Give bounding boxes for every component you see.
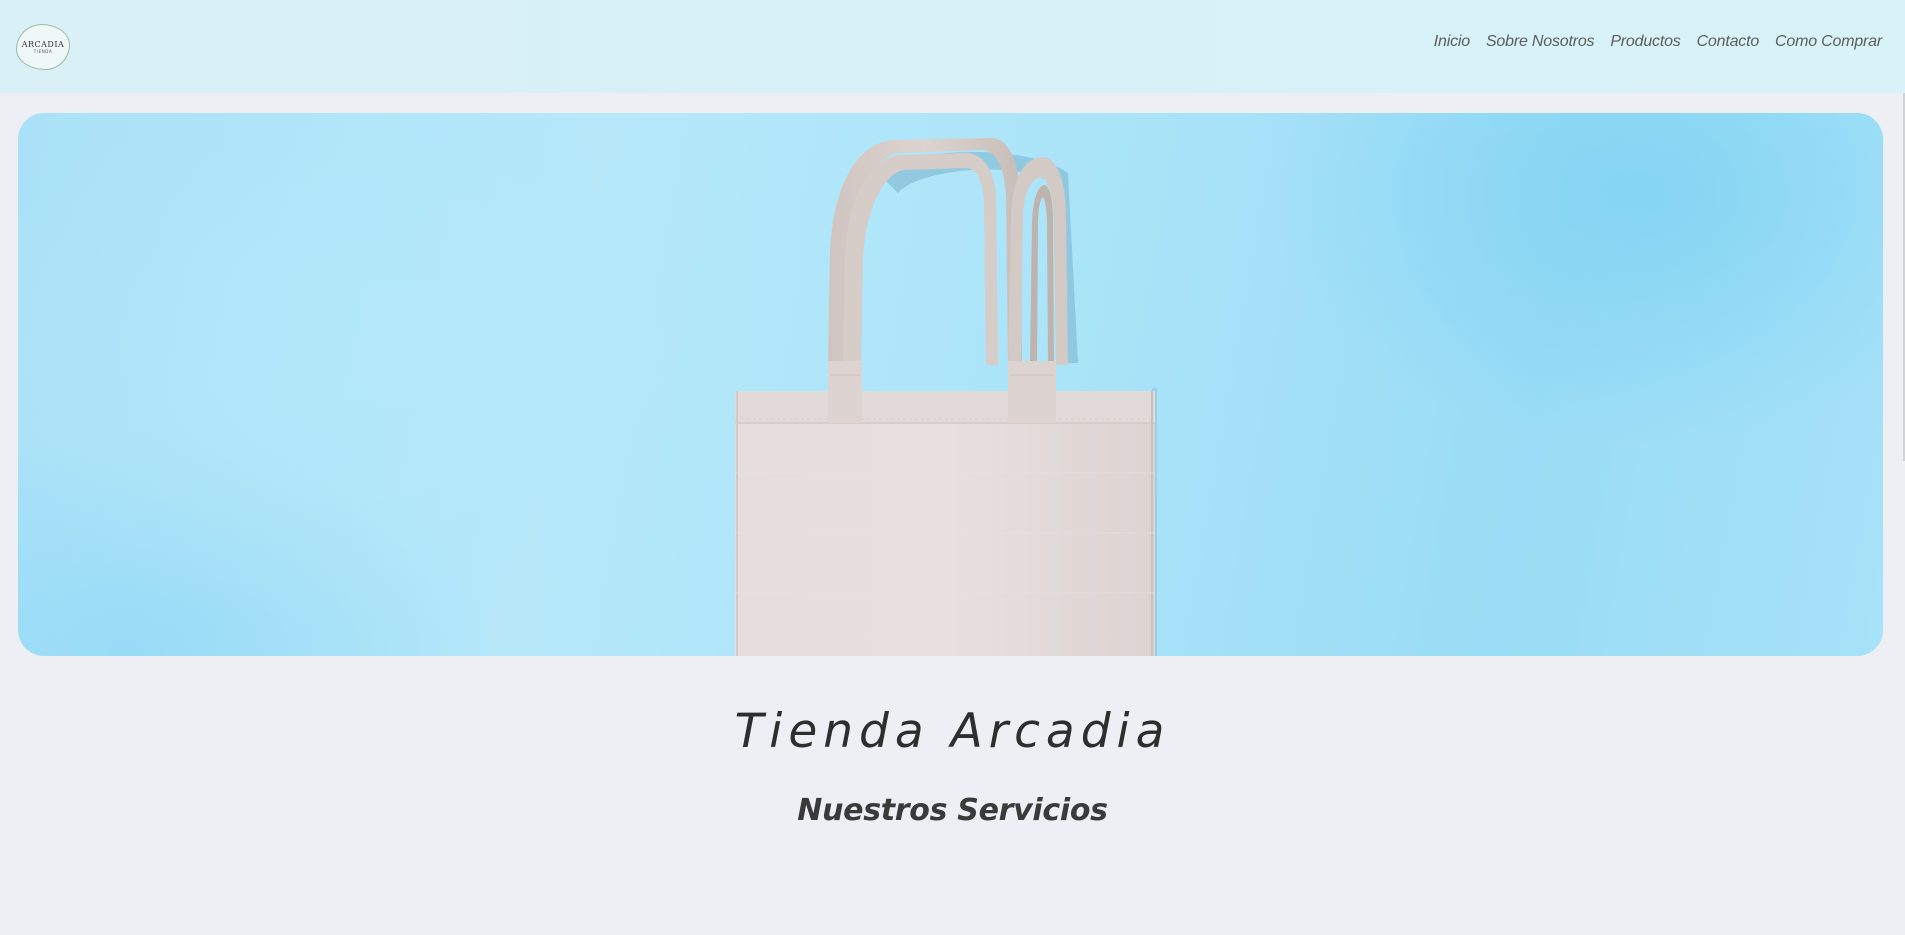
tote-bag-image bbox=[735, 138, 1157, 656]
logo[interactable]: ARCADIA TIENDA bbox=[16, 24, 70, 70]
nav-link-productos[interactable]: Productos bbox=[1610, 33, 1680, 51]
nav-link-como-comprar[interactable]: Como Comprar bbox=[1775, 33, 1882, 51]
logo-text: ARCADIA bbox=[21, 39, 65, 49]
nav-link-contacto[interactable]: Contacto bbox=[1697, 33, 1760, 51]
main-nav: Inicio Sobre Nosotros Productos Contacto… bbox=[1434, 33, 1882, 51]
logo-subtext: TIENDA bbox=[33, 48, 53, 54]
page: ARCADIA TIENDA Inicio Sobre Nosotros Pro… bbox=[0, 0, 1905, 935]
site-header: ARCADIA TIENDA Inicio Sobre Nosotros Pro… bbox=[0, 0, 1905, 93]
hero-banner bbox=[18, 113, 1883, 656]
nav-link-sobre-nosotros[interactable]: Sobre Nosotros bbox=[1486, 33, 1595, 51]
nav-link-inicio[interactable]: Inicio bbox=[1434, 33, 1470, 51]
page-title: Tienda Arcadia bbox=[734, 704, 1171, 759]
section-subtitle: Nuestros Servicios bbox=[797, 793, 1108, 828]
